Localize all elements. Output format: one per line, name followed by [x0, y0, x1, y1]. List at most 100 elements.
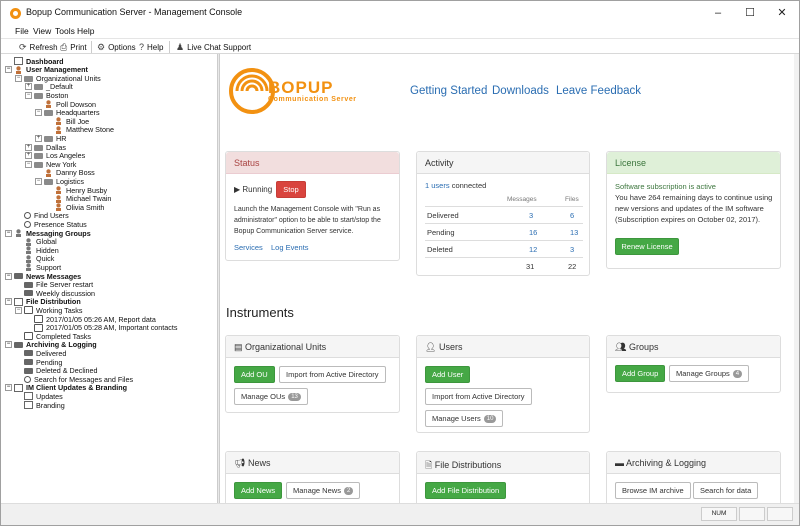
tree-item[interactable]: Presence Status: [15, 220, 87, 229]
tree-item[interactable]: + _Default: [25, 82, 73, 91]
tree-item[interactable]: Quick: [15, 254, 54, 263]
add-ou-button[interactable]: Add OU: [234, 366, 275, 383]
tree-item[interactable]: Olivia Smith: [45, 203, 104, 212]
manage-groups-button[interactable]: Manage Groups 4: [669, 365, 750, 382]
tree-item[interactable]: − IM Client Updates & Branding: [5, 383, 127, 392]
tree-item[interactable]: + Dallas: [25, 143, 66, 152]
print-button[interactable]: ⎙ Print: [60, 41, 87, 53]
license-panel-title: License: [607, 152, 780, 174]
menu-help[interactable]: Help: [77, 26, 94, 36]
tree-item[interactable]: − Archiving & Logging: [5, 340, 97, 349]
leave-feedback-link[interactable]: Leave Feedback: [556, 85, 641, 97]
search-data-button[interactable]: Search for data: [693, 482, 759, 499]
expand-icon[interactable]: +: [35, 134, 42, 142]
files-count-link[interactable]: 13: [570, 228, 578, 237]
collapse-icon[interactable]: −: [5, 384, 12, 392]
tree-item[interactable]: − User Management: [5, 65, 88, 74]
folder-icon: [34, 161, 43, 168]
renew-license-button[interactable]: Renew License: [615, 238, 679, 255]
browse-archive-button[interactable]: Browse IM archive: [615, 482, 691, 499]
tree-item[interactable]: − Logistics: [35, 177, 84, 186]
collapse-icon[interactable]: −: [5, 66, 12, 74]
collapse-icon[interactable]: −: [15, 306, 22, 314]
getting-started-link[interactable]: Getting Started: [410, 85, 487, 97]
tree-item[interactable]: Pending: [15, 358, 62, 367]
tree-item[interactable]: + Los Angeles: [25, 151, 85, 160]
tree-item[interactable]: − Organizational Units: [15, 74, 101, 83]
log-events-link[interactable]: Log Events: [271, 242, 309, 253]
tree-item[interactable]: Henry Busby: [45, 186, 107, 195]
collapse-icon[interactable]: −: [5, 272, 12, 280]
content-scrollbar[interactable]: [794, 54, 799, 503]
messages-count-link[interactable]: 3: [529, 211, 533, 220]
menu-tools[interactable]: Tools: [55, 26, 75, 36]
tree-item[interactable]: − Boston: [25, 91, 68, 100]
menu-file[interactable]: File: [15, 26, 29, 36]
tree-item[interactable]: Branding: [15, 401, 65, 410]
import-users-ad-button[interactable]: Import from Active Directory: [425, 388, 532, 405]
tree-item[interactable]: Poll Dowson: [35, 100, 96, 109]
tree-item[interactable]: Completed Tasks: [15, 332, 91, 341]
tree-item[interactable]: − News Messages: [5, 272, 81, 281]
tree-item[interactable]: Hidden: [15, 246, 59, 255]
tree-item[interactable]: Deleted & Declined: [15, 366, 98, 375]
tree-item[interactable]: Danny Boss: [35, 168, 95, 177]
tree-item[interactable]: − New York: [25, 160, 76, 169]
add-news-button[interactable]: Add News: [234, 482, 283, 499]
message-icon: ▬: [615, 458, 624, 468]
messages-count-link[interactable]: 16: [529, 228, 537, 237]
menu-view[interactable]: View: [33, 26, 51, 36]
tree-item[interactable]: − Working Tasks: [15, 306, 82, 315]
expand-icon[interactable]: +: [25, 83, 32, 91]
connected-users-link[interactable]: 1 users: [425, 181, 450, 190]
collapse-icon[interactable]: −: [25, 160, 32, 168]
services-link[interactable]: Services: [234, 242, 263, 253]
add-user-button[interactable]: Add User: [425, 366, 471, 383]
manage-ous-button[interactable]: Manage OUs 13: [234, 388, 308, 405]
close-button[interactable]: ✕: [765, 1, 799, 25]
tree-item[interactable]: Michael Twain: [45, 194, 111, 203]
collapse-icon[interactable]: −: [15, 74, 22, 82]
add-file-distribution-button[interactable]: Add File Distribution: [425, 482, 507, 499]
files-count-link[interactable]: 3: [570, 245, 574, 254]
tree-item[interactable]: Dashboard: [5, 57, 64, 66]
tree-item[interactable]: Bill Joe: [45, 117, 89, 126]
minimize-button[interactable]: –: [701, 1, 735, 25]
tree-item[interactable]: − Headquarters: [35, 108, 100, 117]
manage-news-button[interactable]: Manage News 2: [286, 482, 361, 499]
tree-item[interactable]: − Messaging Groups: [5, 229, 91, 238]
files-count-link[interactable]: 6: [570, 211, 574, 220]
collapse-icon[interactable]: −: [5, 341, 12, 349]
tree-item[interactable]: Find Users: [15, 211, 69, 220]
collapse-icon[interactable]: −: [35, 109, 42, 117]
help-button[interactable]: ? Help: [139, 41, 163, 53]
expand-icon[interactable]: +: [25, 143, 32, 151]
collapse-icon[interactable]: −: [5, 298, 12, 306]
collapse-icon[interactable]: −: [5, 229, 12, 237]
expand-icon[interactable]: +: [25, 152, 32, 160]
tree-item[interactable]: Updates: [15, 392, 63, 401]
tree-item[interactable]: + HR: [35, 134, 66, 143]
messages-count-link[interactable]: 12: [529, 245, 537, 254]
add-group-button[interactable]: Add Group: [615, 365, 666, 382]
collapse-icon[interactable]: −: [35, 177, 42, 185]
tree-item[interactable]: Matthew Stone: [45, 125, 114, 134]
tree-item[interactable]: Search for Messages and Files: [15, 375, 133, 384]
tree-item[interactable]: − File Distribution: [5, 297, 81, 306]
refresh-button[interactable]: ⟳ Refresh: [19, 41, 58, 53]
downloads-link[interactable]: Downloads: [492, 85, 549, 97]
tree-item[interactable]: File Server restart: [15, 280, 93, 289]
options-button[interactable]: ⚙ Options: [97, 41, 136, 53]
tree-item[interactable]: 2017/01/05 05:26 AM, Report data: [25, 315, 156, 324]
collapse-icon[interactable]: −: [25, 91, 32, 99]
tree-item[interactable]: Support: [15, 263, 61, 272]
maximize-button[interactable]: ☐: [733, 1, 767, 25]
tree-item[interactable]: 2017/01/05 05:28 AM, Important contacts: [25, 323, 177, 332]
stop-button[interactable]: Stop: [276, 181, 306, 198]
manage-users-button[interactable]: Manage Users 10: [425, 410, 504, 427]
import-ou-ad-button[interactable]: Import from Active Directory: [279, 366, 386, 383]
tree-item[interactable]: Global: [15, 237, 57, 246]
tree-item[interactable]: Delivered: [15, 349, 66, 358]
live-chat-button[interactable]: ♟ Live Chat Support: [176, 41, 251, 53]
tree-item[interactable]: Weekly discussion: [15, 289, 95, 298]
